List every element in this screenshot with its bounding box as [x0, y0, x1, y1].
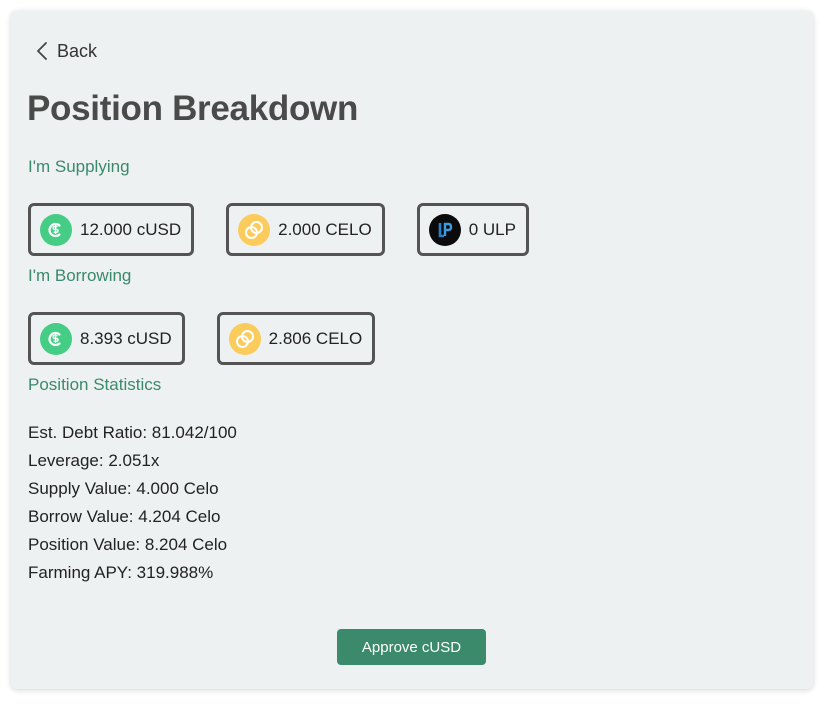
- position-value-stat: Position Value: 8.204 Celo: [28, 535, 228, 554]
- supply-token-ulp: 0 ULP: [416, 203, 529, 256]
- supply-value-stat: Supply Value: 4.000 Celo: [28, 479, 219, 498]
- token-amount: 12.000 cUSD: [80, 219, 182, 239]
- supply-token-cusd: 12.000 cUSD: [28, 203, 195, 256]
- supply-token-celo: 2.000 CELO: [226, 203, 385, 256]
- borrow-value-stat: Borrow Value: 4.204 Celo: [28, 507, 221, 526]
- chevron-left-icon: [37, 42, 47, 60]
- borrow-token-celo: 2.806 CELO: [216, 312, 376, 365]
- celo-icon: [238, 213, 271, 246]
- ulp-icon: [428, 213, 461, 246]
- debt-ratio-stat: Est. Debt Ratio: 81.042/100: [28, 423, 237, 442]
- supplying-heading: I'm Supplying: [28, 157, 130, 176]
- cusd-icon: [40, 322, 72, 355]
- leverage-stat: Leverage: 2.051x: [28, 451, 160, 470]
- borrowing-token-row: 8.393 cUSD 2.806 CELO: [28, 312, 407, 365]
- cusd-icon: [40, 213, 72, 246]
- token-amount: 2.000 CELO: [278, 219, 372, 239]
- statistics-heading: Position Statistics: [28, 375, 162, 394]
- celo-icon: [228, 322, 261, 355]
- token-amount: 8.393 cUSD: [80, 328, 172, 348]
- page-title: Position Breakdown: [27, 89, 359, 128]
- supplying-token-row: 12.000 cUSD 2.000 CELO 0 ULP: [28, 203, 561, 256]
- position-card: Back Position Breakdown I'm Supplying 12…: [11, 11, 813, 689]
- farming-apy-stat: Farming APY: 319.988%: [28, 563, 214, 582]
- token-amount: 0 ULP: [468, 219, 516, 239]
- token-amount: 2.806 CELO: [268, 328, 363, 348]
- position-statistics: Est. Debt Ratio: 81.042/100 Leverage: 2.…: [28, 419, 237, 587]
- borrowing-heading: I'm Borrowing: [28, 266, 132, 285]
- borrow-token-cusd: 8.393 cUSD: [28, 312, 185, 365]
- back-button[interactable]: Back: [35, 39, 97, 63]
- back-label: Back: [57, 40, 98, 61]
- approve-cusd-button[interactable]: Approve cUSD: [337, 629, 486, 665]
